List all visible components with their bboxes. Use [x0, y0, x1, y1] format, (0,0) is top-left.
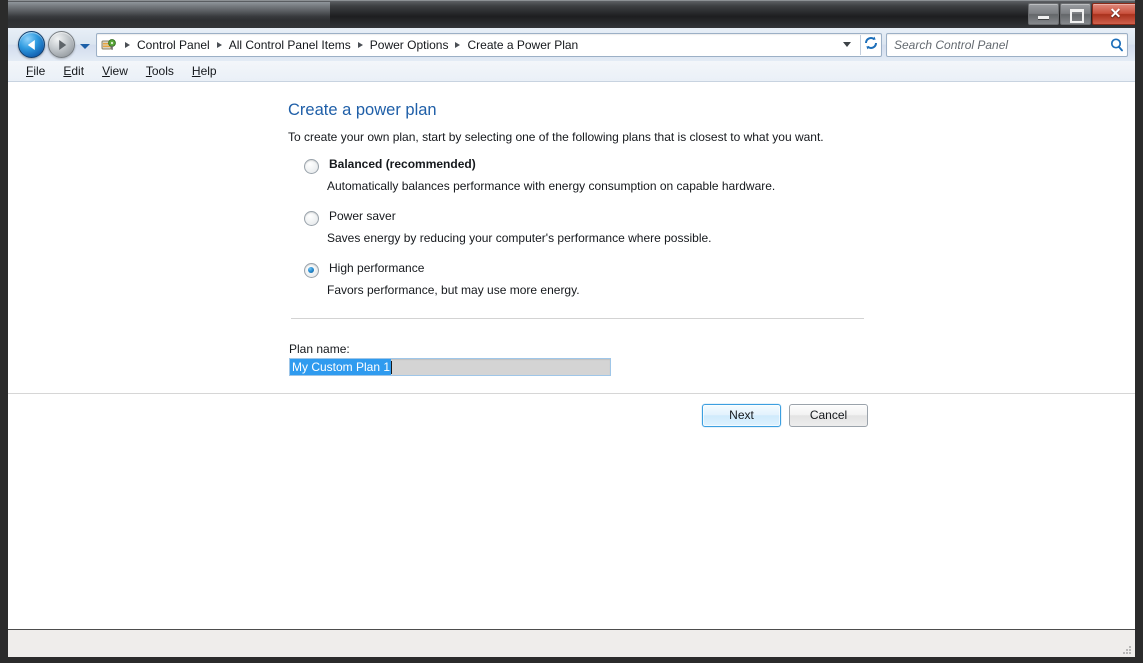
status-bar: [8, 629, 1135, 657]
text-caret: [391, 360, 393, 374]
control-panel-window: ✕ Control Panel All Control Panel Items …: [0, 0, 1143, 663]
search-input[interactable]: [887, 36, 1107, 53]
plan-option-label: Power saver: [329, 209, 396, 223]
radio-balanced[interactable]: [304, 159, 319, 174]
breadcrumb-separator-icon: [125, 41, 130, 48]
control-panel-icon: [101, 37, 117, 53]
resize-grip[interactable]: [1120, 642, 1132, 654]
recent-pages-chevron-down-icon[interactable]: [80, 43, 90, 49]
page-title: Create a power plan: [288, 101, 437, 119]
window-controls: ✕: [1028, 3, 1135, 25]
plan-option-row[interactable]: High performance: [304, 261, 1064, 278]
plan-option-label: High performance: [329, 261, 425, 275]
plan-option-row[interactable]: Power saver: [304, 209, 1064, 226]
command-buttons: Next Cancel: [702, 404, 868, 427]
menu-item-file[interactable]: File: [17, 62, 54, 81]
plan-option-balanced[interactable]: Balanced (recommended) Automatically bal…: [304, 157, 1064, 194]
breadcrumb-item-all-control-panel-items[interactable]: All Control Panel Items: [227, 35, 353, 55]
address-bar[interactable]: Control Panel All Control Panel Items Po…: [96, 32, 882, 57]
address-dropdown-chevron-down-icon[interactable]: [843, 42, 851, 47]
close-icon: ✕: [1109, 5, 1122, 21]
maximize-button[interactable]: [1060, 3, 1091, 25]
breadcrumb-separator-icon: [357, 41, 363, 48]
section-divider: [291, 318, 864, 319]
forward-button[interactable]: [48, 31, 75, 58]
radio-power-saver[interactable]: [304, 211, 319, 226]
back-arrow-icon: [27, 39, 35, 50]
plan-option-power-saver[interactable]: Power saver Saves energy by reducing you…: [304, 209, 1064, 246]
maximize-icon: [1070, 9, 1084, 23]
navigation-bar: Control Panel All Control Panel Items Po…: [8, 28, 1135, 61]
plan-option-label: Balanced (recommended): [329, 157, 476, 171]
menu-item-help[interactable]: Help: [183, 62, 226, 81]
breadcrumb-item-control-panel[interactable]: Control Panel: [135, 35, 212, 55]
search-box[interactable]: [886, 32, 1128, 57]
refresh-button[interactable]: [860, 34, 881, 55]
menu-bar: File Edit View Tools Help: [8, 61, 1135, 82]
breadcrumb-separator-icon: [216, 41, 222, 48]
title-bar-glow: [8, 2, 330, 28]
minimize-button[interactable]: [1028, 3, 1059, 25]
menu-item-view[interactable]: View: [93, 62, 137, 81]
page-subtitle: To create your own plan, start by select…: [288, 130, 824, 144]
breadcrumb-item-power-options[interactable]: Power Options: [368, 35, 451, 55]
plan-option-description: Automatically balances performance with …: [327, 179, 776, 193]
plan-option-description: Saves energy by reducing your computer's…: [327, 231, 712, 245]
breadcrumb-separator-icon: [455, 41, 461, 48]
plan-option-high-performance[interactable]: High performance Favors performance, but…: [304, 261, 1064, 298]
next-button[interactable]: Next: [702, 404, 781, 427]
minimize-icon: [1038, 16, 1049, 19]
plan-option-row[interactable]: Balanced (recommended): [304, 157, 1064, 174]
plan-name-value: My Custom Plan 1: [290, 359, 392, 375]
cancel-button[interactable]: Cancel: [789, 404, 868, 427]
plan-option-description: Favors performance, but may use more ene…: [327, 283, 580, 297]
title-bar: ✕: [8, 0, 1135, 29]
menu-item-tools[interactable]: Tools: [137, 62, 183, 81]
menu-item-edit[interactable]: Edit: [54, 62, 93, 81]
command-area-divider: [8, 393, 1135, 394]
back-button[interactable]: [18, 31, 45, 58]
content-area: Create a power plan To create your own p…: [8, 82, 1135, 630]
forward-arrow-icon: [58, 39, 66, 50]
search-icon[interactable]: [1107, 35, 1127, 55]
plan-name-input[interactable]: My Custom Plan 1: [289, 358, 611, 376]
plan-name-label: Plan name:: [289, 342, 350, 356]
radio-high-performance[interactable]: [304, 263, 319, 278]
breadcrumb-item-create-a-power-plan: Create a Power Plan: [467, 37, 579, 52]
close-button[interactable]: ✕: [1092, 3, 1135, 25]
